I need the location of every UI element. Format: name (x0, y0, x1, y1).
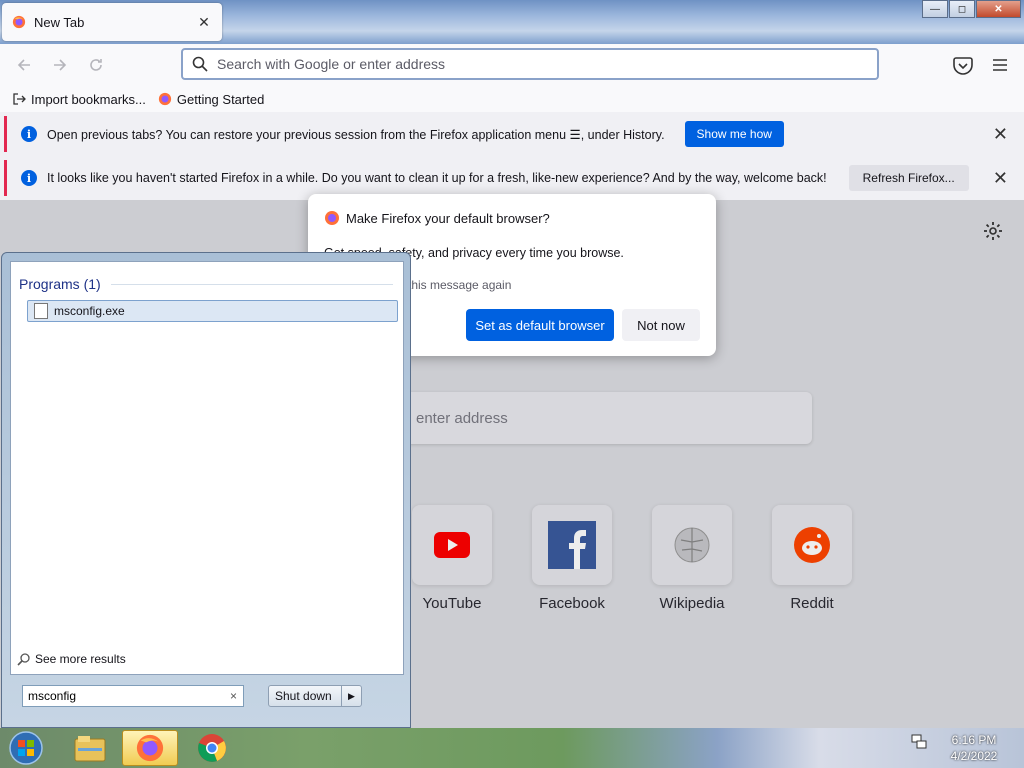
minimize-button[interactable]: — (922, 0, 948, 18)
refresh-firefox-button[interactable]: Refresh Firefox... (848, 165, 969, 191)
notification-text: Open previous tabs? You can restore your… (47, 127, 665, 142)
clock[interactable]: 6:16 PM 4/2/2022 (944, 732, 1004, 764)
chrome-icon (198, 734, 226, 762)
clock-time: 6:16 PM (951, 733, 997, 747)
info-icon: i (21, 170, 37, 186)
bookmark-import[interactable]: Import bookmarks... (12, 92, 146, 107)
dialog-title: Make Firefox your default browser? (346, 210, 550, 226)
result-msconfig[interactable]: msconfig.exe (27, 300, 398, 322)
not-now-button[interactable]: Not now (622, 309, 700, 341)
header-divider (110, 283, 393, 285)
notification-refresh-firefox: i It looks like you haven't started Fire… (4, 160, 1022, 196)
shutdown-button[interactable]: Shut down ▶ (268, 685, 362, 707)
clear-search-icon[interactable]: × (230, 689, 237, 703)
reload-button[interactable] (78, 47, 114, 83)
start-search-input[interactable] (28, 689, 218, 703)
file-icon (34, 303, 48, 319)
reload-icon (90, 59, 102, 71)
notification-text: It looks like you haven't started Firefo… (47, 171, 827, 185)
close-window-button[interactable]: ✕ (976, 0, 1021, 18)
result-label: msconfig.exe (54, 304, 125, 318)
windows-logo-icon (9, 731, 43, 765)
dialog-title-row: Make Firefox your default browser? (324, 210, 550, 226)
maximize-button[interactable]: ◻ (949, 0, 975, 18)
dont-show-again-label[interactable]: this message again (408, 278, 511, 292)
tab-close-icon[interactable]: ✕ (196, 14, 212, 31)
close-notification-icon[interactable]: ✕ (993, 168, 1008, 189)
show-me-how-button[interactable]: Show me how (684, 121, 784, 147)
tab-new-tab[interactable]: New Tab ✕ (2, 3, 222, 41)
clock-date: 4/2/2022 (950, 749, 998, 763)
tab-strip: New Tab ✕ — ◻ ✕ (0, 0, 1024, 44)
tab-title: New Tab (34, 14, 85, 30)
shutdown-label: Shut down (275, 689, 332, 703)
url-input[interactable] (217, 56, 817, 72)
start-search-box[interactable]: × (22, 685, 244, 707)
magnifier-icon (17, 653, 30, 666)
see-more-label: See more results (35, 652, 126, 666)
shutdown-options-arrow-icon[interactable]: ▶ (341, 686, 361, 706)
close-notification-icon[interactable]: ✕ (993, 124, 1008, 145)
navigation-toolbar (0, 44, 1024, 86)
arrow-right-icon (54, 59, 67, 71)
arrow-left-icon (17, 59, 30, 71)
windows-explorer-icon (74, 736, 106, 762)
start-menu: Programs (1) msconfig.exe See more resul… (1, 252, 411, 728)
bookmark-getting-started[interactable]: Getting Started (158, 92, 264, 107)
firefox-icon (136, 734, 164, 762)
network-icon[interactable] (910, 732, 928, 750)
hamburger-menu-icon[interactable] (988, 54, 1012, 76)
firefox-icon (325, 211, 339, 225)
taskbar-explorer[interactable] (62, 730, 118, 766)
pocket-icon[interactable] (951, 54, 975, 76)
info-icon: i (21, 126, 37, 142)
see-more-results-link[interactable]: See more results (17, 652, 126, 666)
search-results-pane: Programs (1) msconfig.exe See more resul… (10, 261, 404, 675)
window-controls: — ◻ ✕ (921, 0, 1024, 18)
firefox-icon (158, 92, 171, 106)
import-icon (13, 93, 26, 105)
back-button[interactable] (6, 47, 42, 83)
firefox-icon (12, 15, 26, 29)
bookmarks-toolbar: Import bookmarks... Getting Started (0, 86, 1024, 112)
taskbar-chrome[interactable] (184, 730, 240, 766)
taskbar: 6:16 PM 4/2/2022 (0, 728, 1024, 768)
forward-button[interactable] (42, 47, 78, 83)
system-tray (910, 732, 928, 750)
notification-restore-session: i Open previous tabs? You can restore yo… (4, 116, 1022, 152)
programs-header: Programs (1) (19, 276, 393, 292)
taskbar-firefox[interactable] (122, 730, 178, 766)
bookmark-label: Import bookmarks... (31, 91, 146, 107)
start-button[interactable] (4, 730, 48, 766)
url-bar[interactable] (181, 48, 879, 80)
set-default-browser-button[interactable]: Set as default browser (466, 309, 614, 341)
search-icon (192, 56, 208, 72)
bookmark-label: Getting Started (176, 91, 265, 107)
programs-header-label: Programs (1) (19, 276, 101, 292)
